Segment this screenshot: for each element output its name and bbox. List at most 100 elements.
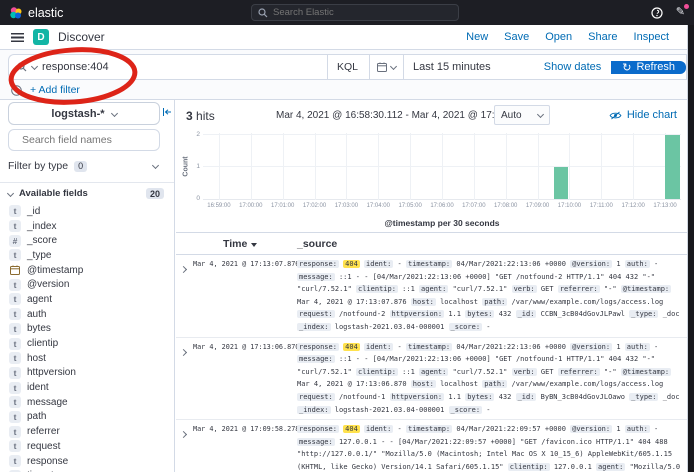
calendar-button[interactable] [370,55,404,79]
field-key-chip: timestamp: [406,260,452,268]
expand-doc-button[interactable] [176,341,193,417]
expand-doc-button[interactable] [176,423,193,472]
field-name: _type [27,250,51,261]
source-column-header: _source [297,238,687,250]
field-item-clientip[interactable]: tclientip [0,336,175,351]
field-item-_id[interactable]: t_id [0,204,175,219]
field-item-host[interactable]: thost [0,351,175,366]
field-search-input[interactable] [8,129,160,151]
page-title: Discover [58,30,105,44]
query-field[interactable] [42,61,322,73]
nav-action-save[interactable]: Save [504,31,529,43]
field-key-chip: _id: [516,310,537,318]
brand-name: elastic [28,6,63,20]
doc-source: response: 404 ident: - timestamp: 04/Mar… [297,341,687,417]
field-name: ident [27,382,49,393]
index-pattern-select[interactable]: logstash-* [8,102,160,125]
user-avatar[interactable]: ✎ [676,7,685,18]
field-item-referrer[interactable]: treferrer [0,424,175,439]
field-type-icon: t [9,279,21,291]
grid-line [283,133,284,200]
doc-source: response: 404 ident: - timestamp: 04/Mar… [297,423,687,472]
menu-icon[interactable] [11,33,24,42]
field-item-_index[interactable]: t_index [0,219,175,234]
y-axis-tick-label: 0 [186,195,200,202]
field-search-field[interactable] [22,134,157,146]
field-item-bytes[interactable]: tbytes [0,322,175,337]
chevron-down-icon [7,189,14,196]
field-key-chip: ident: [364,425,393,433]
interval-value: Auto [501,110,522,121]
field-type-icon: t [9,396,21,408]
field-item-httpversion[interactable]: thttpversion [0,366,175,381]
grid-line [219,133,220,200]
chevron-down-icon [390,63,397,70]
field-key-chip: message: [297,355,335,363]
available-fields-header[interactable]: Available fields 20 [8,188,168,199]
field-item-timestamp[interactable]: ttimestamp [0,468,175,472]
eye-slash-icon [609,111,622,120]
field-key-chip: @version: [570,343,612,351]
chevron-down-icon[interactable] [31,63,38,70]
global-search-field[interactable] [273,7,452,18]
results-panel: 3 hits Mar 4, 2021 @ 16:58:30.112 - Mar … [176,100,687,472]
filter-icon[interactable] [11,85,22,96]
add-filter-button[interactable]: + Add filter [30,84,80,96]
notification-dot [684,4,689,9]
chevron-right-icon [180,349,187,356]
field-item-message[interactable]: tmessage [0,395,175,410]
field-key-chip: @version: [570,260,612,268]
field-name: path [27,411,46,422]
field-key-chip: agent: [419,285,448,293]
field-item-ident[interactable]: tident [0,380,175,395]
field-item-auth[interactable]: tauth [0,307,175,322]
field-key-chip: response: [297,260,339,268]
show-dates-button[interactable]: Show dates [544,61,601,73]
x-axis-tick-label: 17:04:00 [367,203,390,209]
hide-chart-button[interactable]: Hide chart [609,109,677,121]
field-item-_type[interactable]: t_type [0,248,175,263]
field-item-response[interactable]: tresponse [0,454,175,469]
x-axis-tick-label: 17:02:00 [303,203,326,209]
doc-timestamp: Mar 4, 2021 @ 17:09:58.278 [193,423,297,472]
field-item-@timestamp[interactable]: @timestamp [0,263,175,278]
collapse-sidebar-icon[interactable] [162,104,172,122]
discover-app-badge[interactable]: D [33,29,49,45]
field-key-chip: response: [297,425,339,433]
field-key-chip: clientip: [508,463,550,471]
expand-doc-button[interactable] [176,258,193,334]
grid-line [410,133,411,200]
help-icon[interactable] [651,7,663,19]
nav-action-inspect[interactable]: Inspect [634,31,669,43]
interval-select[interactable]: Auto [494,105,550,125]
refresh-button[interactable]: ↻ Refresh [611,61,686,74]
field-item-path[interactable]: tpath [0,410,175,425]
hits-label: hits [196,109,215,123]
nav-action-new[interactable]: New [466,31,488,43]
time-range-button[interactable]: Last 15 minutes [404,61,500,73]
x-axis-tick-label: 17:00:00 [239,203,262,209]
field-key-chip: @timestamp: [621,368,671,376]
histogram-bar[interactable] [554,167,569,199]
filter-by-type-toggle[interactable]: Filter by type 0 [8,156,160,176]
nav-actions: New Save Open Share Inspect [466,31,683,43]
x-axis-tick-label: 17:05:00 [398,203,421,209]
field-list: t_idt_index#_scoret_type@timestampt@vers… [0,204,175,472]
elastic-brand[interactable]: elastic [9,6,63,20]
histogram-bar[interactable] [665,135,680,199]
nav-action-open[interactable]: Open [545,31,572,43]
field-item-agent[interactable]: tagent [0,292,175,307]
divider [0,182,175,183]
field-key-chip: auth: [625,343,650,351]
field-key-chip: auth: [625,425,650,433]
time-column-header[interactable]: Time [193,238,297,250]
query-language-button[interactable]: KQL [327,55,361,79]
field-item-@version[interactable]: t@version [0,277,175,292]
date-picker: Last 15 minutes Show dates ↻ Refresh [369,54,687,80]
field-item-_score[interactable]: #_score [0,233,175,248]
field-item-request[interactable]: trequest [0,439,175,454]
query-input[interactable]: KQL [8,54,369,80]
global-search-input[interactable] [251,4,459,21]
nav-action-share[interactable]: Share [588,31,617,43]
x-axis-tick-label: 16:59:00 [207,203,230,209]
